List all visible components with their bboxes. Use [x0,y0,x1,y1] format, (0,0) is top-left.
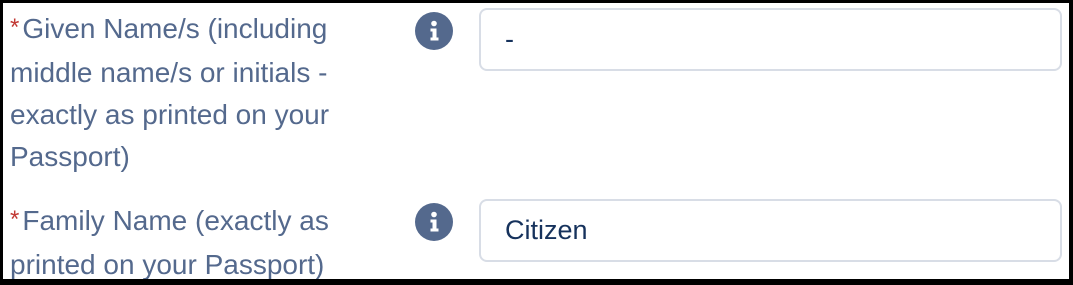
family-name-label-text: Family Name (exactly as printed on your … [10,205,329,280]
required-asterisk: * [10,206,20,233]
family-name-input[interactable] [479,199,1062,262]
info-icon[interactable] [415,203,453,241]
given-name-label-text: Given Name/s (including middle name/s or… [10,13,330,172]
info-icon[interactable] [415,12,453,50]
family-name-label: * Family Name (exactly as printed on your… [10,200,360,280]
passport-name-form: * Given Name/s (including middle name/s o… [0,0,1073,285]
given-name-input[interactable] [479,8,1062,71]
required-asterisk: * [10,14,20,41]
given-name-label: * Given Name/s (including middle name/s o… [10,8,360,178]
